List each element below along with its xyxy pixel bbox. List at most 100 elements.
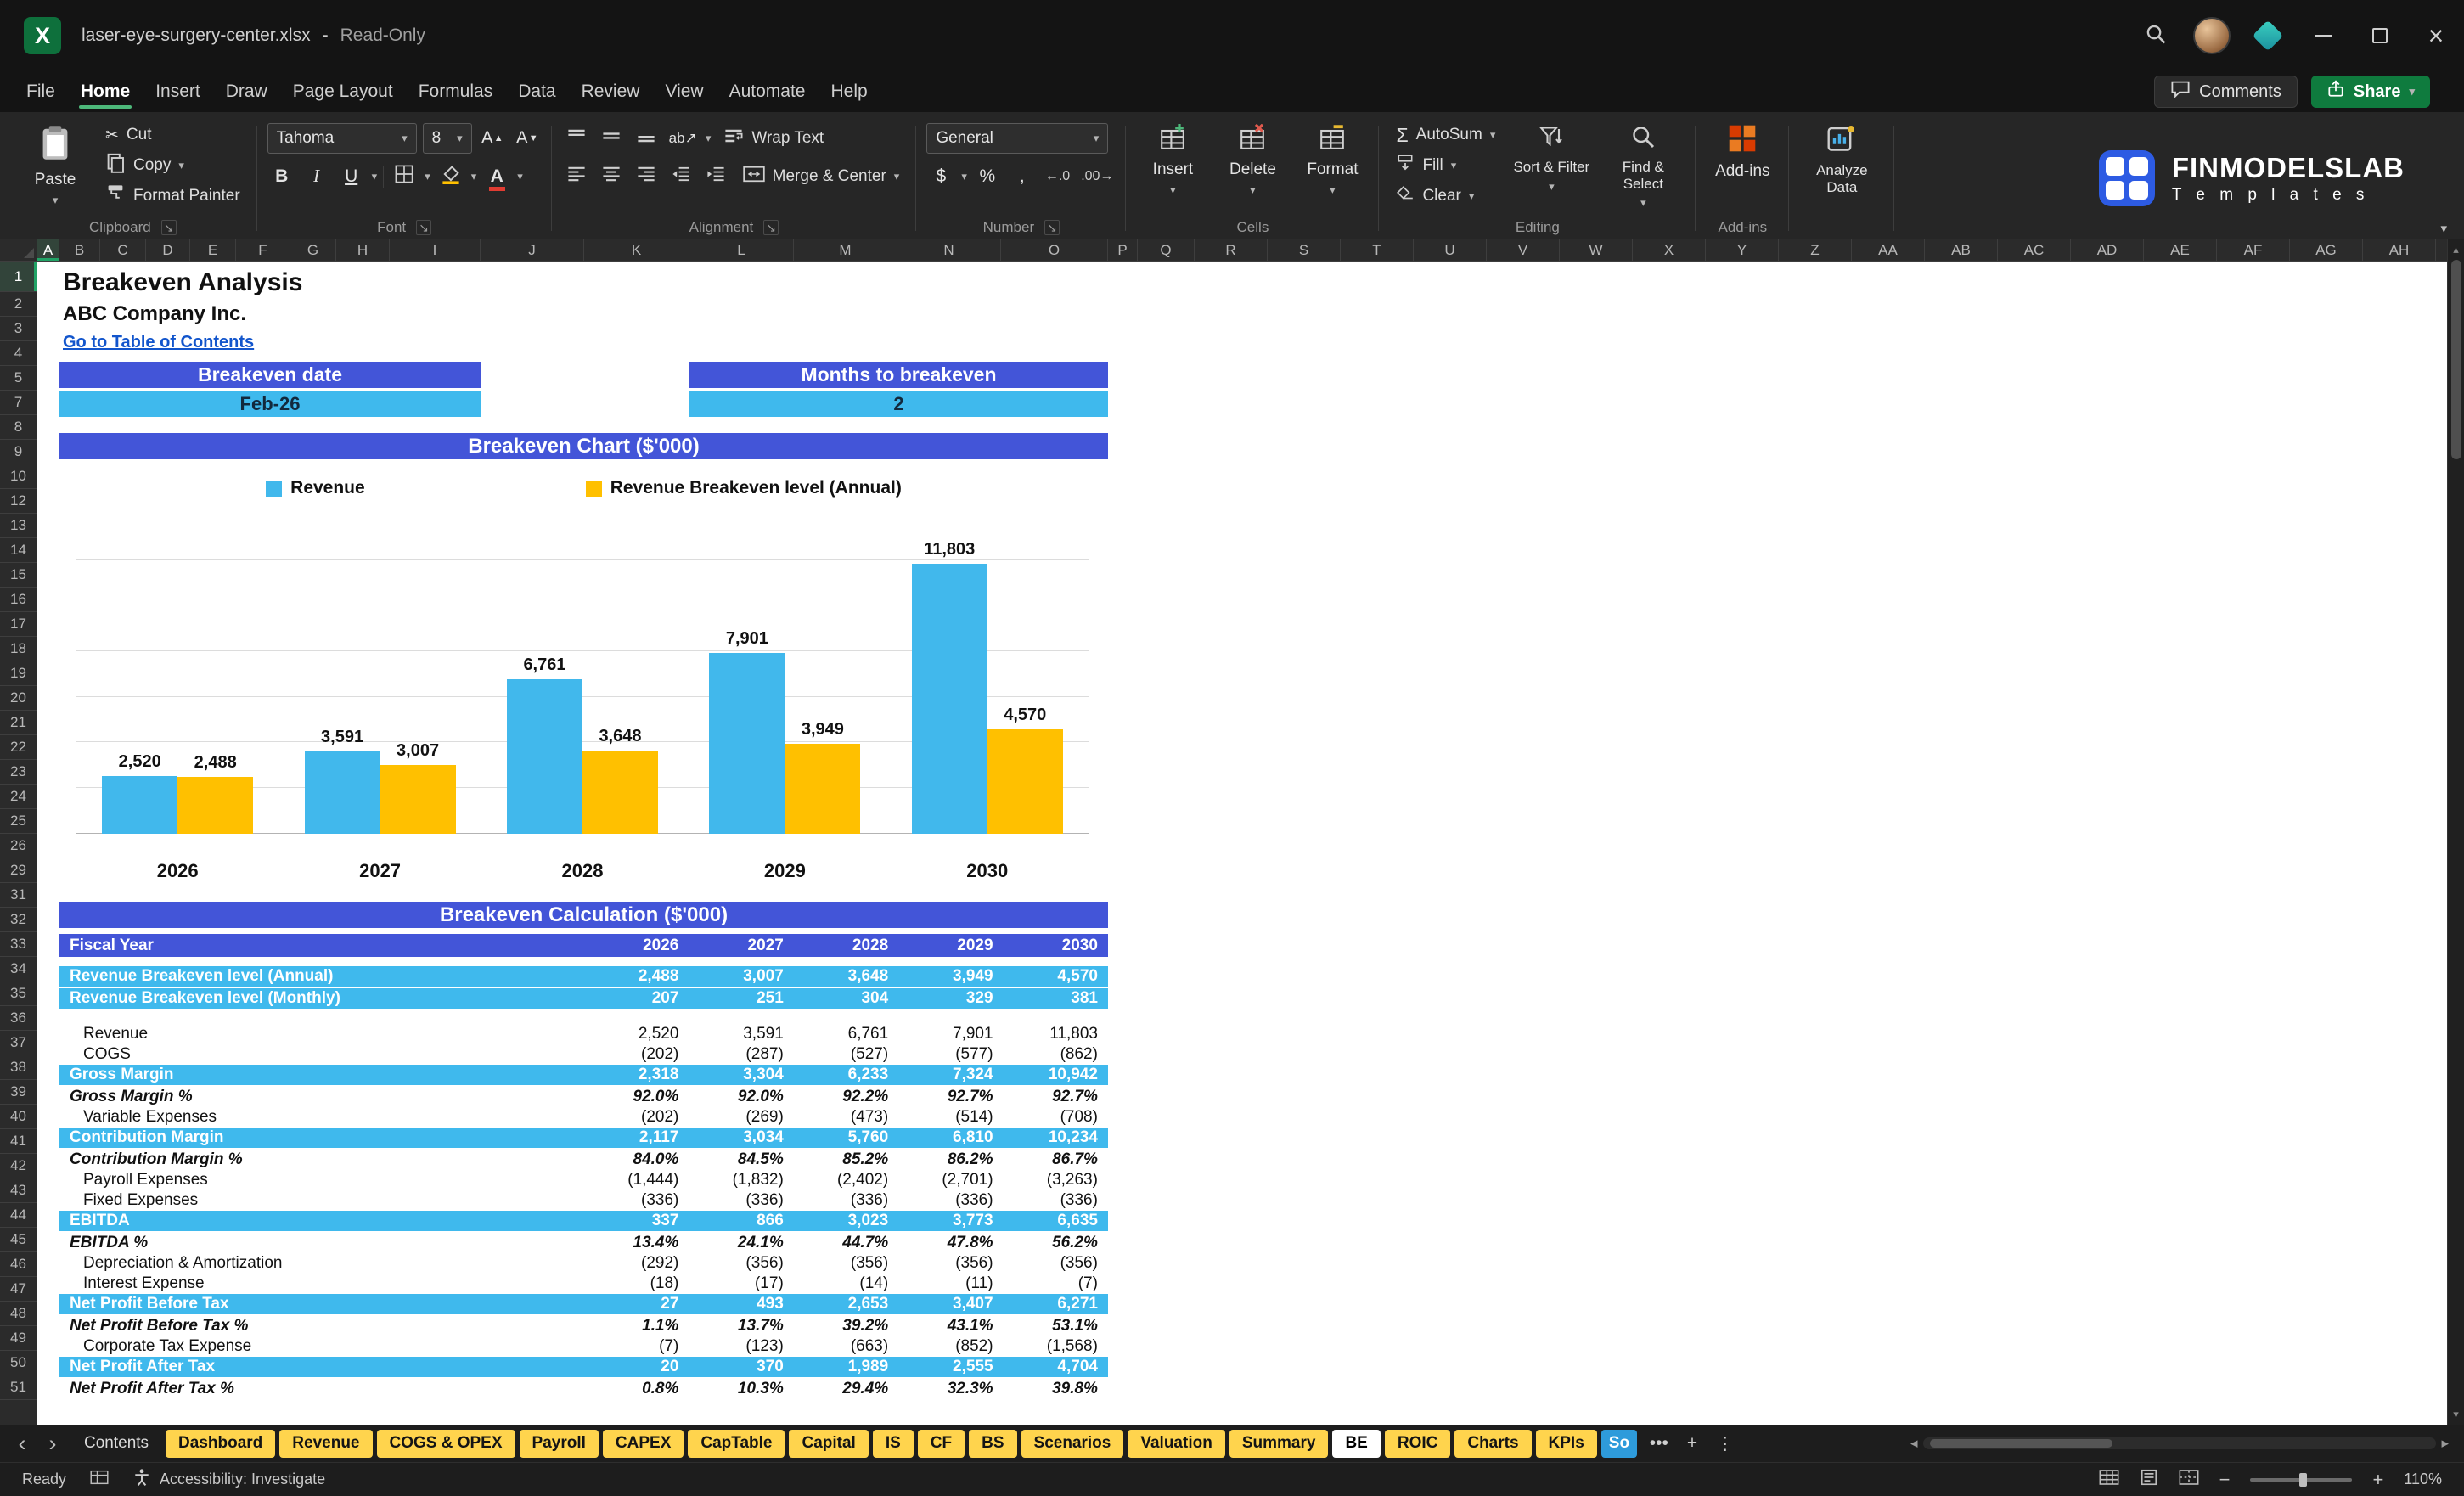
fill-color-button[interactable] — [436, 162, 465, 191]
horizontal-scroll-thumb[interactable] — [1930, 1439, 2112, 1448]
menu-tab-insert[interactable]: Insert — [143, 71, 213, 112]
row-header-12[interactable]: 12 — [0, 489, 37, 514]
column-header-T[interactable]: T — [1341, 239, 1414, 261]
row-header-18[interactable]: 18 — [0, 637, 37, 661]
menu-tab-home[interactable]: Home — [68, 71, 143, 112]
select-all-corner[interactable] — [0, 239, 37, 262]
row-header-26[interactable]: 26 — [0, 834, 37, 858]
autosum-button[interactable]: Σ AutoSum ▾ — [1389, 121, 1502, 149]
column-header-V[interactable]: V — [1487, 239, 1560, 261]
zoom-slider[interactable] — [2250, 1478, 2352, 1482]
accessibility-status[interactable]: Accessibility: Investigate — [132, 1468, 325, 1491]
column-header-AG[interactable]: AG — [2290, 239, 2363, 261]
dialog-launcher-icon[interactable]: ↘ — [161, 220, 177, 235]
table-of-contents-link[interactable]: Go to Table of Contents — [63, 333, 254, 352]
menu-tab-automate[interactable]: Automate — [717, 71, 819, 112]
sort-filter-button[interactable]: Sort & Filter ▾ — [1509, 117, 1594, 195]
column-header-N[interactable]: N — [897, 239, 1001, 261]
copy-button[interactable]: Copy ▾ — [98, 151, 247, 180]
row-header-3[interactable]: 3 — [0, 317, 37, 341]
row-header-42[interactable]: 42 — [0, 1154, 37, 1178]
sheet-tab-scenarios[interactable]: Scenarios — [1021, 1430, 1124, 1458]
percent-style-button[interactable]: % — [973, 162, 1002, 191]
row-header-36[interactable]: 36 — [0, 1006, 37, 1031]
shrink-font-button[interactable]: A▼ — [513, 124, 542, 153]
row-header-33[interactable]: 33 — [0, 932, 37, 957]
scroll-right-icon[interactable]: ▸ — [2441, 1435, 2449, 1452]
account-button[interactable] — [2184, 0, 2240, 71]
row-header-4[interactable]: 4 — [0, 341, 37, 366]
horizontal-scrollbar[interactable]: ◂ ▸ — [1910, 1435, 2454, 1452]
fill-button[interactable]: Fill ▾ — [1389, 151, 1502, 180]
menu-tab-help[interactable]: Help — [818, 71, 880, 112]
row-header-44[interactable]: 44 — [0, 1203, 37, 1228]
row-header-41[interactable]: 41 — [0, 1129, 37, 1154]
row-header-39[interactable]: 39 — [0, 1080, 37, 1105]
scroll-down-icon[interactable]: ▾ — [2453, 1404, 2459, 1425]
row-header-45[interactable]: 45 — [0, 1228, 37, 1252]
column-header-S[interactable]: S — [1268, 239, 1341, 261]
tab-options-kebab-icon[interactable]: ⋮ — [1710, 1433, 1740, 1454]
align-center-button[interactable] — [597, 162, 626, 191]
merge-center-button[interactable]: Merge & Center ▾ — [736, 162, 907, 191]
sheet-tab-roic[interactable]: ROIC — [1385, 1430, 1451, 1458]
sheet-tab-cogs-opex[interactable]: COGS & OPEX — [377, 1430, 515, 1458]
row-header-5[interactable]: 5 — [0, 366, 37, 391]
find-select-button[interactable]: Find & Select ▾ — [1600, 117, 1685, 211]
grow-font-button[interactable]: A▲ — [478, 124, 507, 153]
scroll-up-icon[interactable]: ▴ — [2453, 239, 2459, 260]
wrap-text-button[interactable]: Wrap Text — [717, 124, 830, 153]
menu-tab-formulas[interactable]: Formulas — [406, 71, 506, 112]
cells-canvas[interactable]: Breakeven Analysis ABC Company Inc. Go t… — [37, 262, 2447, 1425]
vertical-scroll-thumb[interactable] — [2451, 260, 2461, 459]
tab-scroll-right-button[interactable]: › — [41, 1432, 65, 1455]
row-header-21[interactable]: 21 — [0, 711, 37, 735]
row-header-22[interactable]: 22 — [0, 735, 37, 760]
format-painter-button[interactable]: Format Painter — [98, 182, 247, 211]
column-header-AE[interactable]: AE — [2144, 239, 2217, 261]
page-layout-view-button[interactable] — [2140, 1469, 2158, 1490]
column-header-J[interactable]: J — [481, 239, 584, 261]
italic-button[interactable]: I — [302, 162, 331, 191]
scroll-left-icon[interactable]: ◂ — [1910, 1435, 1918, 1452]
decrease-indent-button[interactable] — [667, 162, 695, 191]
column-header-AA[interactable]: AA — [1852, 239, 1925, 261]
column-header-Z[interactable]: Z — [1779, 239, 1852, 261]
font-color-button[interactable]: A — [482, 162, 511, 191]
paste-button[interactable]: Paste ▾ — [19, 117, 92, 209]
comma-style-button[interactable]: , — [1008, 162, 1037, 191]
column-header-P[interactable]: P — [1108, 239, 1138, 261]
sheet-tab-contents[interactable]: Contents — [71, 1430, 161, 1458]
column-header-B[interactable]: B — [59, 239, 100, 261]
delete-cells-button[interactable]: Delete ▾ — [1216, 117, 1289, 199]
sheet-tab-captable[interactable]: CapTable — [688, 1430, 785, 1458]
row-header-49[interactable]: 49 — [0, 1326, 37, 1351]
column-header-R[interactable]: R — [1195, 239, 1268, 261]
row-header-46[interactable]: 46 — [0, 1252, 37, 1277]
sheet-tab-capex[interactable]: CAPEX — [603, 1430, 684, 1458]
row-header-35[interactable]: 35 — [0, 981, 37, 1006]
zoom-out-button[interactable]: − — [2219, 1469, 2231, 1491]
sheet-tab-so[interactable]: So — [1601, 1430, 1637, 1458]
menu-tab-file[interactable]: File — [14, 71, 68, 112]
decrease-decimal-button[interactable]: .00→ — [1078, 162, 1116, 191]
column-header-L[interactable]: L — [689, 239, 794, 261]
column-header-C[interactable]: C — [100, 239, 146, 261]
increase-decimal-button[interactable]: ←.0 — [1043, 162, 1072, 191]
row-header-20[interactable]: 20 — [0, 686, 37, 711]
column-header-K[interactable]: K — [584, 239, 689, 261]
column-header-AB[interactable]: AB — [1925, 239, 1998, 261]
column-header-X[interactable]: X — [1633, 239, 1706, 261]
bold-button[interactable]: B — [267, 162, 296, 191]
column-header-W[interactable]: W — [1560, 239, 1633, 261]
column-header-D[interactable]: D — [146, 239, 190, 261]
column-header-Q[interactable]: Q — [1138, 239, 1195, 261]
column-header-H[interactable]: H — [336, 239, 390, 261]
sheet-tab-kpis[interactable]: KPIs — [1536, 1430, 1597, 1458]
row-header-25[interactable]: 25 — [0, 809, 37, 834]
collapse-ribbon-button[interactable]: ▾ — [2440, 221, 2447, 236]
horizontal-scroll-track[interactable] — [1923, 1437, 2437, 1449]
row-header-2[interactable]: 2 — [0, 292, 37, 317]
insert-cells-button[interactable]: Insert ▾ — [1136, 117, 1209, 199]
sheet-tab-charts[interactable]: Charts — [1454, 1430, 1531, 1458]
